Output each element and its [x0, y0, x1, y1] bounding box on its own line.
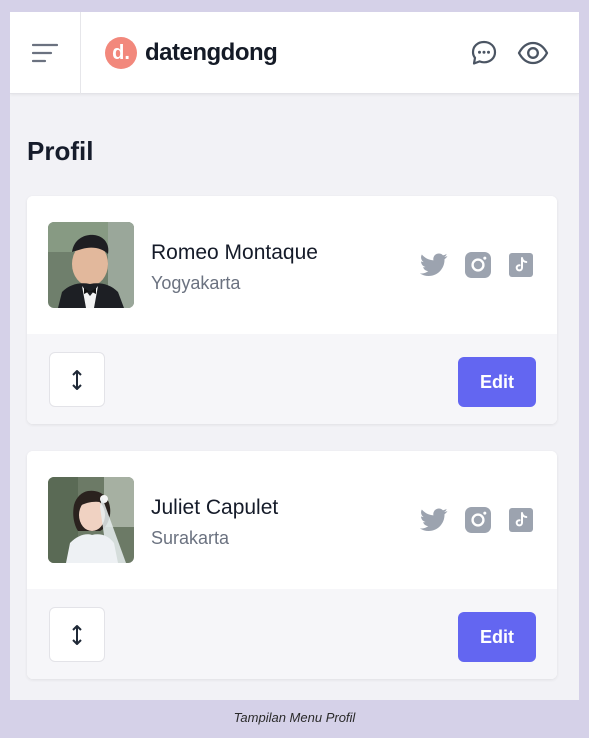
messages-button[interactable] — [468, 37, 500, 69]
instagram-link[interactable] — [464, 506, 492, 534]
tiktok-link[interactable] — [507, 251, 535, 279]
avatar[interactable] — [48, 477, 134, 563]
tiktok-icon — [509, 508, 533, 532]
profile-name: Romeo Montaque — [151, 241, 318, 264]
tiktok-link[interactable] — [507, 506, 535, 534]
twitter-link[interactable] — [420, 506, 448, 534]
profile-card: Juliet Capulet Surakarta Edit — [27, 451, 557, 679]
reorder-button[interactable] — [49, 352, 105, 407]
profile-city: Surakarta — [151, 528, 230, 548]
profile-card-header: Romeo Montaque Yogyakarta — [27, 196, 557, 334]
top-navbar: d. datengdong — [10, 12, 579, 94]
edit-button[interactable]: Edit — [458, 357, 536, 407]
hamburger-menu-icon — [32, 43, 58, 63]
app-frame: d. datengdong Profil Romeo Montaque Yogy… — [10, 12, 579, 700]
twitter-icon — [420, 253, 448, 276]
profile-card-header: Juliet Capulet Surakarta — [27, 451, 557, 589]
menu-button[interactable] — [10, 12, 81, 94]
instagram-icon — [465, 507, 491, 533]
up-down-arrow-icon — [72, 624, 82, 645]
up-down-arrow-icon — [72, 369, 82, 390]
page-title: Profil — [27, 136, 94, 166]
profile-name: Juliet Capulet — [151, 496, 279, 519]
profile-card: Romeo Montaque Yogyakarta Edit — [27, 196, 557, 424]
twitter-icon — [420, 508, 448, 531]
profile-card-footer: Edit — [27, 334, 557, 424]
app-logo[interactable]: d. datengdong — [105, 36, 278, 70]
twitter-link[interactable] — [420, 251, 448, 279]
reorder-button[interactable] — [49, 607, 105, 662]
chat-bubble-icon — [471, 40, 497, 65]
eye-icon — [517, 41, 549, 65]
edit-button[interactable]: Edit — [458, 612, 536, 662]
logo-mark: d. — [105, 37, 137, 69]
profile-card-footer: Edit — [27, 589, 557, 679]
instagram-link[interactable] — [464, 251, 492, 279]
logo-text: datengdong — [145, 39, 278, 66]
instagram-icon — [465, 252, 491, 278]
preview-button[interactable] — [517, 37, 549, 69]
tiktok-icon — [509, 253, 533, 277]
avatar[interactable] — [48, 222, 134, 308]
profile-city: Yogyakarta — [151, 273, 241, 293]
figure-caption: Tampilan Menu Profil — [233, 710, 356, 725]
